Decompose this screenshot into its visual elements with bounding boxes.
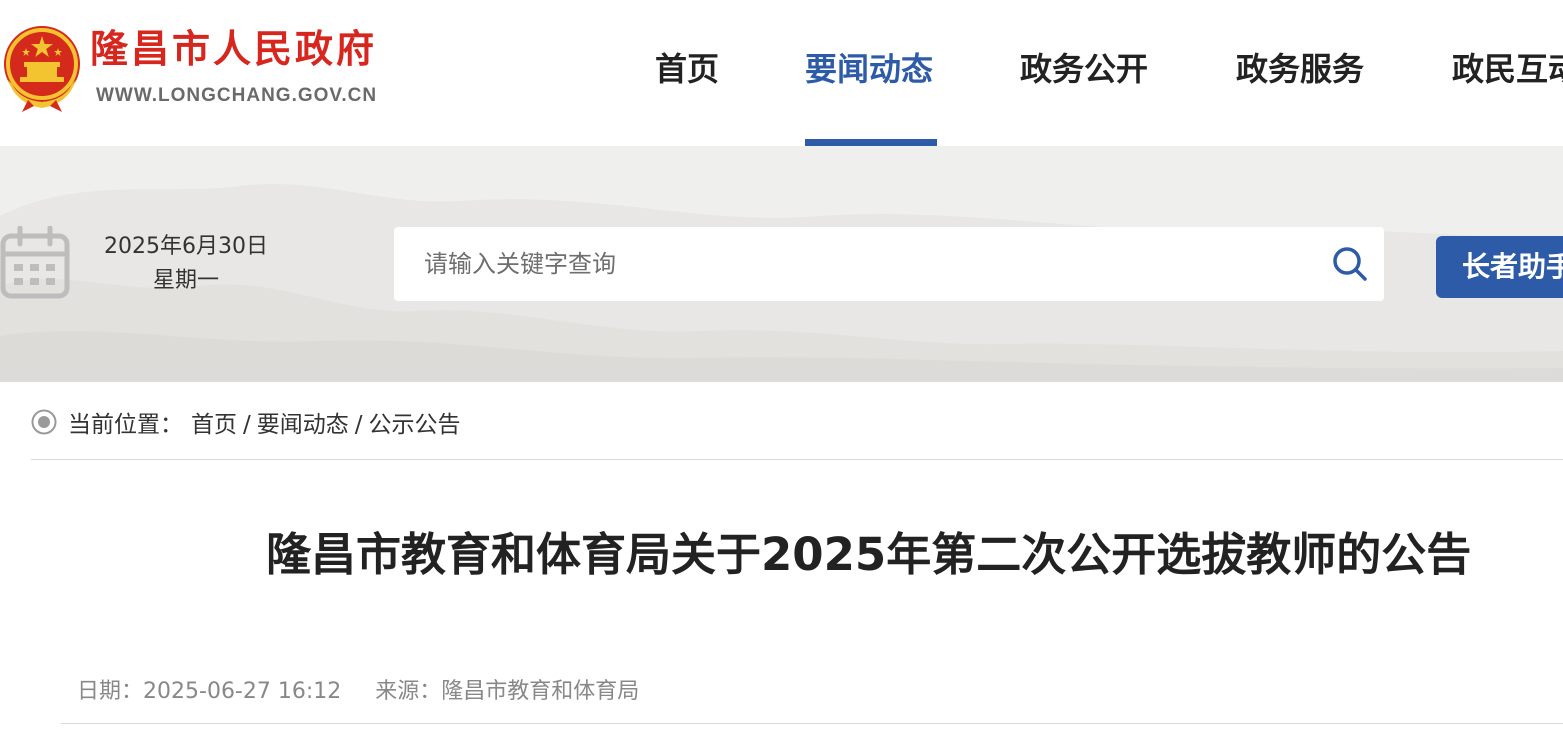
weekday-label: 星期一	[152, 268, 219, 293]
search-box	[394, 227, 1384, 301]
main-nav: 首页 要闻动态 政务公开 政务服务 政民互动	[0, 0, 1563, 146]
breadcrumb-divider	[31, 459, 1563, 460]
elder-assistant-button[interactable]: 长者助手	[1436, 236, 1563, 298]
publish-date: 2025-06-27 16:12	[143, 679, 342, 704]
breadcrumb-separator: /	[354, 412, 363, 438]
article-meta: 日期：2025-06-27 16:12 来源：隆昌市教育和体育局	[77, 673, 639, 705]
breadcrumb-news[interactable]: 要闻动态	[257, 412, 349, 438]
current-date: 2025年6月30日 星期一	[100, 230, 272, 298]
breadcrumb-text: 当前位置： 首页 / 要闻动态 / 公示公告	[68, 405, 461, 439]
search-input[interactable]	[394, 227, 1314, 301]
nav-interaction[interactable]: 政民互动	[1452, 50, 1563, 88]
nav-home[interactable]: 首页	[655, 50, 719, 88]
location-dot-icon	[31, 409, 57, 435]
nav-gov-affairs-open[interactable]: 政务公开	[1020, 50, 1148, 88]
search-icon	[1333, 247, 1367, 281]
breadcrumb-notices[interactable]: 公示公告	[369, 412, 461, 438]
date-label: 2025年6月30日	[104, 234, 268, 259]
article-title: 隆昌市教育和体育局关于2025年第二次公开选拔教师的公告	[266, 528, 1472, 581]
search-button[interactable]	[1316, 227, 1384, 301]
site-header: 隆昌市人民政府 WWW.LONGCHANG.GOV.CN 首页 要闻动态 政务公…	[0, 0, 1563, 146]
nav-news[interactable]: 要闻动态	[805, 50, 933, 88]
banner: 2025年6月30日 星期一 长者助手	[0, 146, 1563, 382]
date-label: 日期：	[77, 679, 144, 704]
article-source: 隆昌市教育和体育局	[441, 679, 640, 704]
nav-active-indicator	[805, 139, 937, 146]
breadcrumb-separator: /	[243, 412, 251, 438]
breadcrumb-home[interactable]: 首页	[191, 412, 237, 438]
meta-divider	[61, 723, 1563, 724]
source-label: 来源：	[375, 679, 442, 704]
calendar-icon	[0, 226, 70, 299]
breadcrumb-prefix: 当前位置：	[68, 412, 183, 438]
breadcrumb: 当前位置： 首页 / 要闻动态 / 公示公告	[31, 400, 1563, 444]
nav-gov-services[interactable]: 政务服务	[1236, 50, 1364, 88]
